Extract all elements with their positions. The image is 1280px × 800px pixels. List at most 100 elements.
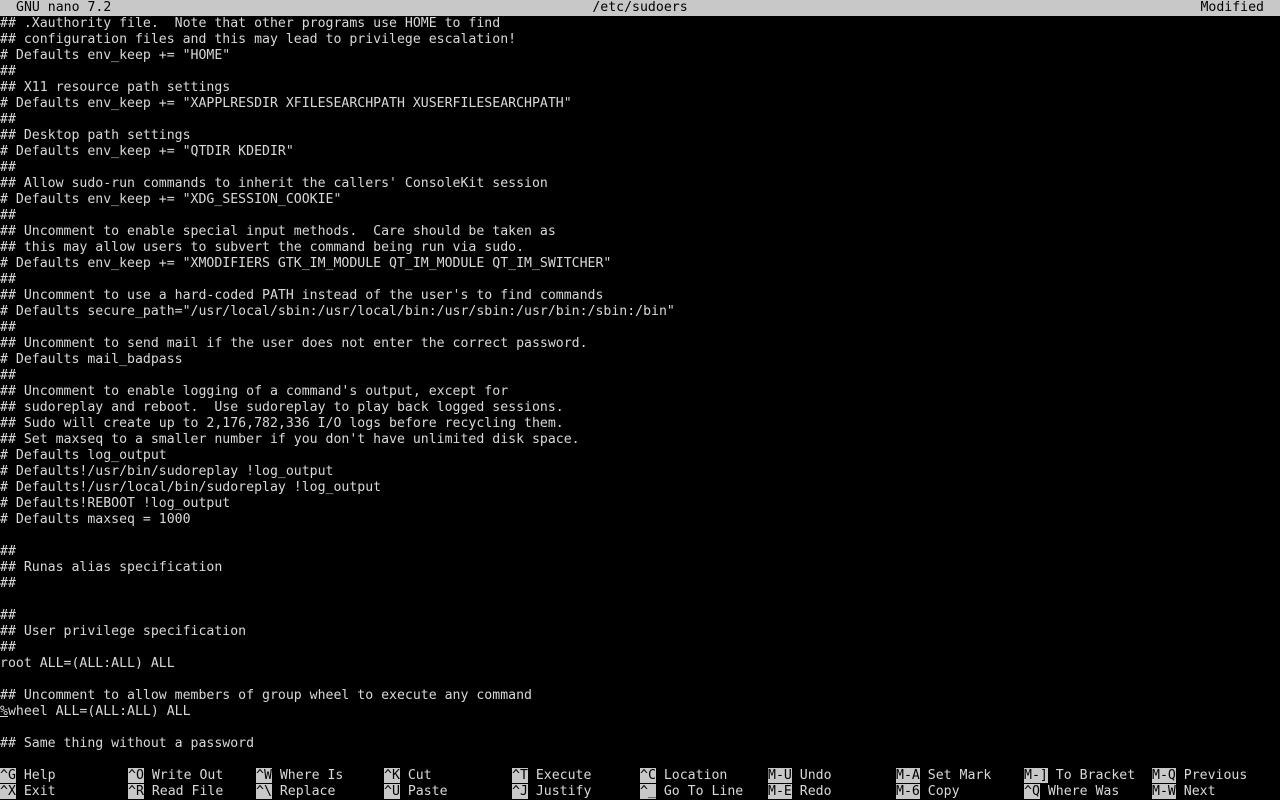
shortcut-key: ^C — [640, 768, 656, 783]
shortcut-key: ^R — [128, 784, 144, 799]
shortcut-undo[interactable]: M-U Undo — [768, 768, 832, 784]
editor-line[interactable]: ## Set maxseq to a smaller number if you… — [0, 432, 1280, 448]
editor-line[interactable]: # Defaults mail_badpass — [0, 352, 1280, 368]
shortcut-key: ^W — [256, 768, 272, 783]
editor-line[interactable]: ## — [0, 112, 1280, 128]
editor-line[interactable]: %wheel ALL=(ALL:ALL) ALL — [0, 704, 1280, 720]
shortcut-label: Justify — [527, 784, 592, 799]
shortcut-label: To Bracket — [1047, 768, 1136, 783]
shortcut-where-was[interactable]: ^Q Where Was — [1024, 784, 1119, 800]
shortcut-key: M-U — [768, 768, 792, 783]
editor-line[interactable]: ## — [0, 576, 1280, 592]
editor-line[interactable]: ## X11 resource path settings — [0, 80, 1280, 96]
shortcut-label: Exit — [15, 784, 56, 799]
text-editor-area[interactable]: ## .Xauthority file. Note that other pro… — [0, 16, 1280, 752]
shortcut-label: Redo — [791, 784, 832, 799]
shortcut-key: M-Q — [1152, 768, 1176, 783]
editor-line[interactable]: # Defaults env_keep += "XAPPLRESDIR XFIL… — [0, 96, 1280, 112]
editor-line[interactable]: # Defaults secure_path="/usr/local/sbin:… — [0, 304, 1280, 320]
editor-line[interactable]: # Defaults env_keep += "XMODIFIERS GTK_I… — [0, 256, 1280, 272]
shortcut-where-is[interactable]: ^W Where Is — [256, 768, 343, 784]
editor-line[interactable]: ## — [0, 272, 1280, 288]
shortcut-key: ^_ — [640, 784, 656, 799]
editor-line[interactable]: ## Sudo will create up to 2,176,782,336 … — [0, 416, 1280, 432]
editor-line[interactable]: ## — [0, 544, 1280, 560]
shortcut-key: ^K — [384, 768, 400, 783]
editor-line[interactable] — [0, 720, 1280, 736]
shortcut-paste[interactable]: ^U Paste — [384, 784, 448, 800]
shortcut-label: Where Was — [1039, 784, 1120, 799]
editor-line[interactable]: ## this may allow users to subvert the c… — [0, 240, 1280, 256]
editor-line[interactable]: ## sudoreplay and reboot. Use sudoreplay… — [0, 400, 1280, 416]
editor-line[interactable]: ## Uncomment to enable special input met… — [0, 224, 1280, 240]
editor-line[interactable]: root ALL=(ALL:ALL) ALL — [0, 656, 1280, 672]
shortcut-to-bracket[interactable]: M-] To Bracket — [1024, 768, 1135, 784]
editor-line[interactable]: # Defaults!/usr/local/bin/sudoreplay !lo… — [0, 480, 1280, 496]
editor-line[interactable]: ## Uncomment to allow members of group w… — [0, 688, 1280, 704]
shortcut-read-file[interactable]: ^R Read File — [128, 784, 223, 800]
editor-line[interactable]: ## Uncomment to enable logging of a comm… — [0, 384, 1280, 400]
modified-status: Modified — [1200, 0, 1264, 15]
editor-line[interactable] — [0, 592, 1280, 608]
shortcut-write-out[interactable]: ^O Write Out — [128, 768, 223, 784]
shortcut-redo[interactable]: M-E Redo — [768, 784, 832, 800]
shortcut-key: M-6 — [896, 784, 920, 799]
shortcut-key: ^U — [384, 784, 400, 799]
shortcut-key: ^T — [512, 768, 528, 783]
editor-line[interactable]: ## .Xauthority file. Note that other pro… — [0, 16, 1280, 32]
editor-line[interactable]: ## — [0, 320, 1280, 336]
editor-line[interactable]: # Defaults log_output — [0, 448, 1280, 464]
editor-line[interactable]: ## — [0, 608, 1280, 624]
shortcut-previous[interactable]: M-Q Previous — [1152, 768, 1247, 784]
line-text: wheel ALL=(ALL:ALL) ALL — [7, 704, 191, 719]
shortcut-copy[interactable]: M-6 Copy — [896, 784, 960, 800]
shortcut-key: M-E — [768, 784, 792, 799]
shortcut-key: ^X — [0, 784, 16, 799]
editor-line[interactable]: # Defaults env_keep += "XDG_SESSION_COOK… — [0, 192, 1280, 208]
shortcut-location[interactable]: ^C Location — [640, 768, 727, 784]
shortcut-label: Set Mark — [919, 768, 992, 783]
shortcut-next[interactable]: M-W Next — [1152, 784, 1216, 800]
editor-line[interactable]: ## Uncomment to use a hard-coded PATH in… — [0, 288, 1280, 304]
shortcut-set-mark[interactable]: M-A Set Mark — [896, 768, 991, 784]
editor-line[interactable]: # Defaults!REBOOT !log_output — [0, 496, 1280, 512]
editor-line[interactable]: ## — [0, 208, 1280, 224]
editor-line[interactable]: ## Uncomment to send mail if the user do… — [0, 336, 1280, 352]
editor-line[interactable]: ## configuration files and this may lead… — [0, 32, 1280, 48]
shortcut-key: ^J — [512, 784, 528, 799]
shortcut-label: Next — [1175, 784, 1216, 799]
shortcut-execute[interactable]: ^T Execute — [512, 768, 591, 784]
shortcut-help[interactable]: ^G Help — [0, 768, 56, 784]
editor-line[interactable]: ## Same thing without a password — [0, 736, 1280, 752]
shortcut-key: M-A — [896, 768, 920, 783]
editor-line[interactable]: ## — [0, 160, 1280, 176]
editor-line[interactable]: ## User privilege specification — [0, 624, 1280, 640]
editor-line[interactable] — [0, 528, 1280, 544]
shortcut-justify[interactable]: ^J Justify — [512, 784, 591, 800]
shortcut-label: Paste — [399, 784, 448, 799]
editor-line[interactable]: # Defaults!/usr/bin/sudoreplay !log_outp… — [0, 464, 1280, 480]
shortcut-label: Previous — [1175, 768, 1248, 783]
editor-line[interactable]: ## Allow sudo-run commands to inherit th… — [0, 176, 1280, 192]
shortcut-replace[interactable]: ^\ Replace — [256, 784, 335, 800]
editor-line[interactable]: # Defaults env_keep += "QTDIR KDEDIR" — [0, 144, 1280, 160]
editor-line[interactable]: ## Runas alias specification — [0, 560, 1280, 576]
shortcut-label: Execute — [527, 768, 592, 783]
shortcut-exit[interactable]: ^X Exit — [0, 784, 56, 800]
editor-line[interactable]: # Defaults env_keep += "HOME" — [0, 48, 1280, 64]
editor-line[interactable]: ## — [0, 64, 1280, 80]
editor-line[interactable]: ## — [0, 640, 1280, 656]
shortcut-go-to-line[interactable]: ^_ Go To Line — [640, 784, 743, 800]
editor-line[interactable]: ## — [0, 368, 1280, 384]
shortcut-key: ^G — [0, 768, 16, 783]
editor-line[interactable]: # Defaults maxseq = 1000 — [0, 512, 1280, 528]
title-bar: GNU nano 7.2 /etc/sudoers Modified — [0, 0, 1280, 16]
shortcut-bar: ^G Help ^X Exit ^O Write Out ^R Read File ^W… — [0, 768, 1280, 800]
editor-line[interactable]: ## Desktop path settings — [0, 128, 1280, 144]
editor-line[interactable] — [0, 672, 1280, 688]
shortcut-cut[interactable]: ^K Cut — [384, 768, 432, 784]
shortcut-label: Help — [15, 768, 56, 783]
shortcut-label: Location — [655, 768, 728, 783]
shortcut-label: Write Out — [143, 768, 224, 783]
shortcut-key: M-] — [1024, 768, 1048, 783]
